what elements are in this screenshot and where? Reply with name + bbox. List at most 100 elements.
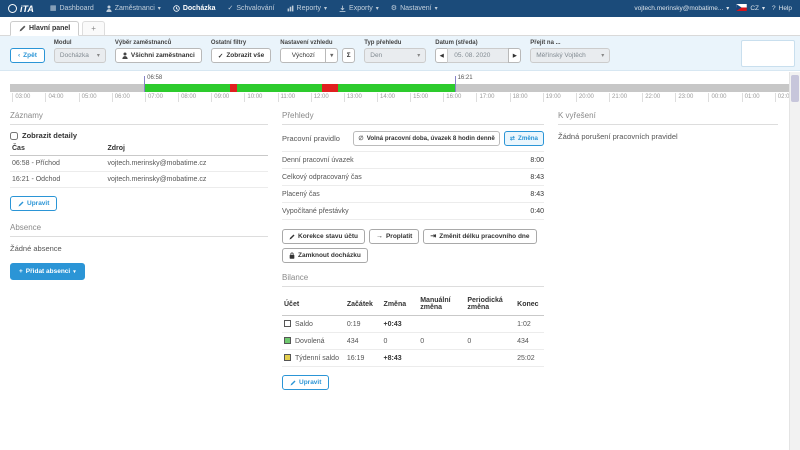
add-absence-button[interactable]: + Přidat absenci ▾ <box>10 263 85 280</box>
scrollbar-thumb[interactable] <box>791 75 799 102</box>
balance-row: Saldo0:19+0:431:02 <box>282 316 544 333</box>
tab-arrow-icon: ⇥ <box>430 233 436 240</box>
record-source: vojtech.merinsky@mobatime.cz <box>105 156 268 172</box>
filter-label: Typ přehledu <box>364 40 426 46</box>
balance-cell: 25:02 <box>515 350 544 367</box>
timeline-tick: 01:00 <box>742 93 760 102</box>
filter-label: Modul <box>54 40 106 46</box>
caret-down-icon: ▾ <box>435 5 438 12</box>
nav-item-docházka[interactable]: Docházka <box>167 0 222 17</box>
back-button[interactable]: ‹ Zpět <box>10 48 45 63</box>
action-button[interactable]: Zamknout docházku <box>282 248 368 263</box>
caret-down-icon: ▾ <box>417 52 420 59</box>
caret-down-icon: ▾ <box>73 269 76 275</box>
exchange-icon: ⇄ <box>510 135 515 142</box>
records-col-source: Zdroj <box>105 142 268 156</box>
show-details-checkbox-row[interactable]: Zobrazit detaily <box>10 131 268 140</box>
timeline-tick: 03:00 <box>12 93 30 102</box>
vertical-scrollbar[interactable] <box>789 72 800 450</box>
brand-text: iTA <box>20 4 34 14</box>
record-row: 16:21 - Odchodvojtech.merinsky@mobatime.… <box>10 172 268 188</box>
edit-icon <box>19 25 26 32</box>
gear-icon: ⚙ <box>391 5 397 12</box>
modul-select[interactable]: Docházka ▾ <box>54 48 106 63</box>
balance-col: Periodická změna <box>465 293 515 316</box>
issues-column: K vyřešení Žádná porušení pracovních pra… <box>558 111 778 398</box>
timeline-tick: 14:00 <box>377 93 395 102</box>
balance-cell: 0:19 <box>345 316 382 333</box>
work-segment <box>144 84 454 92</box>
action-button[interactable]: ⇥Změnit délku pracovního dne <box>423 229 536 244</box>
balance-col: Konec <box>515 293 544 316</box>
tab-hlavni-panel[interactable]: Hlavní panel <box>10 21 79 36</box>
next-day-button[interactable]: ▶ <box>508 48 521 63</box>
nav-item-exporty[interactable]: Exporty▾ <box>333 0 385 17</box>
sum-button[interactable]: Σ <box>342 48 355 63</box>
action-button[interactable]: Korekce stavu účtu <box>282 229 365 244</box>
show-details-checkbox[interactable] <box>10 132 18 140</box>
sigma-icon: Σ <box>347 52 351 59</box>
stat-value: 0:40 <box>530 208 544 215</box>
filter-date: Datum (středa) ◀ 05. 08. 2020 ▶ <box>435 40 521 63</box>
employees-button[interactable]: Všichni zaměstnanci <box>115 48 202 63</box>
view-select[interactable]: Výchozí <box>280 48 326 63</box>
view-caret-button[interactable]: ▾ <box>325 48 338 63</box>
records-table: Čas Zdroj 06:58 - Příchodvojtech.merinsk… <box>10 142 268 188</box>
nav-item-schvalování[interactable]: ✓Schvalování <box>222 0 281 17</box>
people-icon <box>122 52 128 59</box>
help-link[interactable]: ? Help <box>772 5 792 12</box>
change-rule-button[interactable]: ⇄ Změna <box>504 131 544 146</box>
show-all-button[interactable]: ✓ Zobrazit vše <box>211 48 271 63</box>
nav-item-zaměstnanci[interactable]: Zaměstnanci▾ <box>100 0 167 17</box>
filter-other: Ostatní filtry ✓ Zobrazit vše <box>211 40 271 63</box>
issues-title: K vyřešení <box>558 111 778 125</box>
records-title: Záznamy <box>10 111 268 125</box>
records-col-time: Čas <box>10 142 105 156</box>
pencil-icon <box>289 234 295 240</box>
language-menu[interactable]: CZ ▾ <box>736 4 765 13</box>
absence-title: Absence <box>10 223 268 237</box>
nav-item-nastavení[interactable]: ⚙Nastavení▾ <box>385 0 444 17</box>
work-rule-pill[interactable]: ∅ Volná pracovní doba, úvazek 8 hodin de… <box>353 131 500 146</box>
stat-value: 8:00 <box>530 157 544 164</box>
goto-select[interactable]: Měřínský Vojtěch ▾ <box>530 48 610 63</box>
marker-time: 06:58 <box>147 75 162 81</box>
break-segment <box>230 84 237 92</box>
nav-right: vojtech.merinsky@mobatime... ▾ CZ ▾ ? He… <box>634 4 792 13</box>
caret-down-icon: ▾ <box>762 5 765 12</box>
filter-employees: Výběr zaměstnanců Všichni zaměstnanci <box>115 40 202 63</box>
timeline-tick: 19:00 <box>543 93 561 102</box>
absence-empty-text: Žádné absence <box>10 244 268 253</box>
edit-balance-button[interactable]: Upravit <box>282 375 329 390</box>
balance-cell: +8:43 <box>382 350 419 367</box>
stat-label: Vypočítané přestávky <box>282 208 349 215</box>
check-icon: ✓ <box>218 52 223 60</box>
record-time: 16:21 - Odchod <box>10 172 105 188</box>
report-type-select[interactable]: Den ▾ <box>364 48 426 63</box>
caret-down-icon: ▾ <box>376 5 379 12</box>
prev-icon: ◀ <box>440 53 444 59</box>
balance-cell: 0 <box>418 333 465 350</box>
nav-item-dashboard[interactable]: ▦Dashboard <box>44 0 100 17</box>
record-source: vojtech.merinsky@mobatime.cz <box>105 172 268 188</box>
clock-logo-icon <box>8 4 17 13</box>
filter-modul: Modul Docházka ▾ <box>54 40 106 63</box>
work-rule-row: Pracovní pravidlo ∅ Volná pracovní doba,… <box>282 131 544 152</box>
action-button[interactable]: →Proplatit <box>369 229 419 244</box>
add-tab-button[interactable]: + <box>82 21 105 35</box>
stats-rows: Denní pracovní úvazek8:00Celkový odpraco… <box>282 152 544 220</box>
balance-col: Účet <box>282 293 345 316</box>
user-menu[interactable]: vojtech.merinsky@mobatime... ▾ <box>634 5 729 12</box>
filter-type: Typ přehledu Den ▾ <box>364 40 426 63</box>
nav-item-reporty[interactable]: Reporty▾ <box>281 0 334 17</box>
app-logo[interactable]: iTA <box>8 4 34 14</box>
records-body: 06:58 - Příchodvojtech.merinsky@mobatime… <box>10 156 268 188</box>
day-timeline[interactable]: 03:0004:0005:0006:0007:0008:0009:0010:00… <box>10 76 790 103</box>
edit-records-button[interactable]: Upravit <box>10 196 57 211</box>
balance-title: Bilance <box>282 273 544 287</box>
pencil-icon <box>290 380 296 386</box>
nav-item-label: Schvalování <box>236 5 274 12</box>
account-name: Saldo <box>295 321 313 328</box>
date-input[interactable]: 05. 08. 2020 <box>447 48 509 63</box>
user-icon <box>106 5 112 12</box>
